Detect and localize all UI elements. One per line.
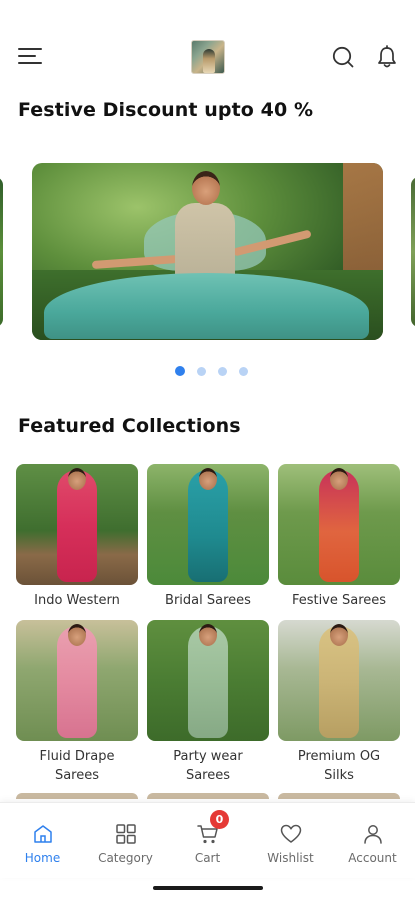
collection-image — [16, 464, 138, 585]
nav-home-label: Home — [24, 851, 61, 865]
collection-label: Indo Western — [34, 593, 120, 608]
carousel-slide-active[interactable] — [32, 163, 383, 340]
collection-card-indo-western[interactable]: Indo Western — [16, 464, 138, 610]
collection-image — [147, 620, 269, 741]
nav-cart[interactable]: Cart — [166, 803, 249, 879]
collection-image — [16, 620, 138, 741]
nav-wishlist-label: Wishlist — [267, 851, 314, 865]
collection-image — [147, 464, 269, 585]
carousel-dot-2[interactable] — [197, 366, 206, 376]
promo-carousel[interactable] — [0, 163, 415, 341]
collection-image — [278, 620, 400, 741]
nav-wishlist[interactable]: Wishlist — [249, 803, 332, 879]
collection-label: Fluid Drape Sarees — [39, 749, 115, 783]
nav-home[interactable]: Home — [1, 803, 84, 879]
collection-label: Party wear Sarees — [173, 749, 243, 783]
collection-card-party-wear-sarees[interactable]: Party wear Sarees — [147, 620, 269, 785]
home-indicator-bar — [153, 886, 263, 890]
nav-category-label: Category — [98, 851, 153, 865]
collection-label: Bridal Sarees — [165, 593, 251, 608]
search-icon[interactable] — [332, 46, 354, 68]
collection-card-festive-sarees[interactable]: Festive Sarees — [278, 464, 400, 610]
collection-image — [278, 464, 400, 585]
collection-card-fluid-drape-sarees[interactable]: Fluid Drape Sarees — [16, 620, 138, 785]
collection-card-bridal-sarees[interactable]: Bridal Sarees — [147, 464, 269, 610]
brand-logo[interactable] — [191, 40, 225, 74]
app-header — [0, 0, 415, 90]
collection-label: Festive Sarees — [291, 593, 387, 608]
carousel-dot-1[interactable] — [175, 366, 185, 376]
nav-category[interactable]: Category — [84, 803, 167, 879]
hamburger-menu-icon[interactable] — [18, 46, 42, 66]
user-icon — [363, 825, 382, 844]
bell-icon[interactable] — [376, 45, 398, 69]
promo-title: Festive Discount upto 40 % — [18, 99, 314, 121]
featured-collections-title: Featured Collections — [18, 415, 241, 437]
carousel-dot-4[interactable] — [239, 366, 248, 376]
carousel-dot-3[interactable] — [218, 366, 227, 376]
bottom-navigation: Home Category Cart 0 Wishlist Account — [0, 802, 415, 878]
category-grid-icon — [115, 824, 136, 844]
nav-account[interactable]: Account — [331, 803, 414, 879]
collection-card-premium-og-silks[interactable]: Premium OG Silks — [278, 620, 400, 785]
carousel-slide-next[interactable] — [411, 177, 415, 327]
carousel-pagination — [175, 366, 248, 376]
collection-label: Premium OG Silks — [297, 749, 381, 783]
nav-account-label: Account — [348, 851, 397, 865]
nav-cart-label: Cart — [194, 851, 221, 865]
home-icon — [33, 825, 52, 843]
carousel-slide-prev[interactable] — [0, 177, 3, 327]
heart-icon — [280, 824, 301, 843]
cart-count-badge: 0 — [210, 810, 229, 829]
